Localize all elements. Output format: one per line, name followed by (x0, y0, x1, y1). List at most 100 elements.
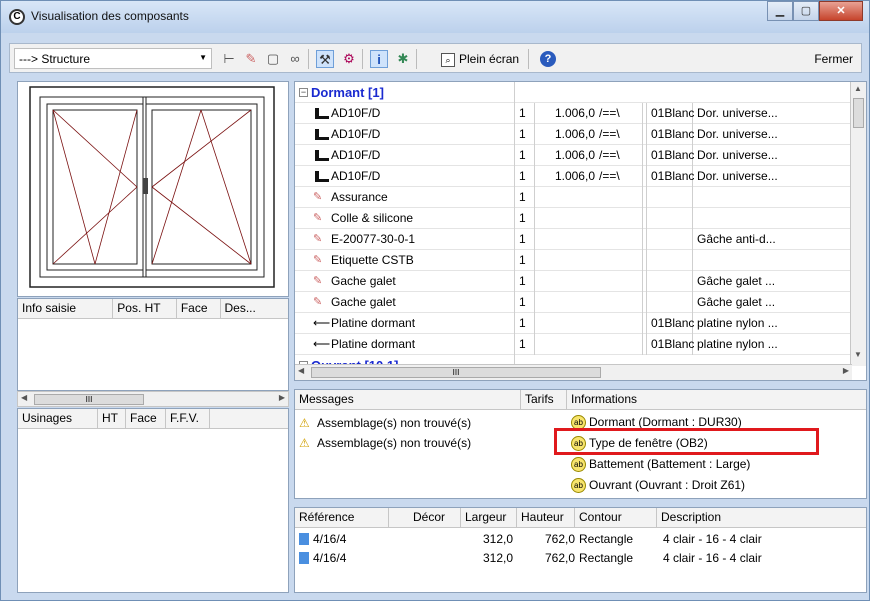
help-icon[interactable]: ? (540, 51, 556, 67)
table-row[interactable]: 4/16/4 312,0 762,0 Rectangle 4 clair - 16 - … (295, 530, 837, 549)
col-info-saisie[interactable]: Info saisie (18, 299, 114, 318)
scroll-thumb[interactable] (853, 98, 864, 128)
col-decor[interactable]: Décor (409, 508, 461, 527)
tree-horizontal-scrollbar[interactable]: ◀ III ▶ (295, 364, 852, 380)
tree-item-name: AD10F/D (331, 105, 381, 120)
tree-row[interactable]: AD10F/D 1 1.006,0/==\ 01Blanc Dor. universe.… (295, 165, 852, 187)
tree-item-length (535, 187, 597, 208)
tree-row[interactable]: ✎ Assurance 1 (295, 186, 852, 208)
tree-item-qty: 1 (515, 207, 535, 229)
left-horizontal-scrollbar[interactable]: ◀ III ▶ (17, 391, 289, 407)
tree-item-symbol: /==\ (597, 165, 643, 187)
col-description[interactable]: Description (657, 508, 835, 527)
tree-row[interactable]: ✎ Etiquette CSTB 1 (295, 249, 852, 271)
tree-item-symbol (597, 333, 643, 355)
tree-item-qty: 1 (515, 312, 535, 334)
col-face[interactable]: Face (177, 299, 221, 318)
usinages-header: Usinages HT Face F.F.V. (18, 409, 288, 429)
info-icon[interactable]: i (370, 50, 388, 68)
toolbar-separator (362, 49, 363, 69)
scroll-thumb[interactable]: III (34, 394, 144, 405)
frame-icon[interactable]: ▢ (264, 50, 282, 68)
tree-item-name: E-20077-30-0-1 (331, 231, 416, 246)
scroll-left-icon[interactable]: ◀ (21, 393, 27, 402)
message-item[interactable]: ⚠ Assemblage(s) non trouvé(s) (299, 433, 471, 453)
col-largeur[interactable]: Largeur (461, 508, 517, 527)
collapse-icon[interactable]: − (299, 87, 308, 97)
tree-row[interactable]: ✎ Gache galet 1 Gâche galet ... (295, 270, 852, 292)
references-panel: Référence Décor Largeur Hauteur Contour … (294, 507, 867, 593)
tree-row[interactable]: ⟵ Platine dormant 1 01Blanc platine nylon ..… (295, 312, 852, 334)
col-ffv[interactable]: F.F.V. (166, 409, 210, 428)
hauteur-value: 762,0 (544, 532, 575, 546)
col-des[interactable]: Des... (221, 299, 289, 318)
info-text: Ouvrant (Ouvrant : Droit Z61) (589, 478, 746, 492)
tree-row[interactable]: AD10F/D 1 1.006,0/==\ 01Blanc Dor. universe.… (295, 123, 852, 145)
options-icon[interactable]: ✱ (394, 50, 412, 68)
tree-group-row[interactable]: − Dormant [1] (295, 82, 852, 103)
tree-row[interactable]: AD10F/D 1 1.006,0/==\ 01Blanc Dor. universe.… (295, 102, 852, 124)
tree-row[interactable]: ✎ E-20077-30-0-1 1 Gâche anti-d... (295, 228, 852, 250)
toolbar-separator (528, 49, 529, 69)
tree-row[interactable]: ⟵ Platine dormant 1 01Blanc platine nylon ..… (295, 333, 852, 355)
tree-item-name: AD10F/D (331, 168, 381, 183)
tree-row[interactable]: ✎ Colle & silicone 1 (295, 207, 852, 229)
description-value: 4 clair - 16 - 4 clair (663, 551, 762, 565)
tree-item-name: Colle & silicone (331, 210, 414, 225)
link-icon[interactable]: ∞ (286, 50, 304, 68)
tree-row[interactable]: ✎ Gache galet 1 Gâche galet ... (295, 291, 852, 313)
tree-name-cell: ✎ Etiquette CSTB (295, 249, 515, 271)
col-usinages[interactable]: Usinages (18, 409, 98, 428)
tree-icon[interactable]: ⊢ (220, 50, 238, 68)
tools-icon[interactable]: ⚒ (316, 50, 334, 68)
tree-item-color: 01Blanc (647, 123, 694, 145)
scroll-right-icon[interactable]: ▶ (279, 393, 285, 402)
tree-vertical-scrollbar[interactable]: ▲ ▼ (850, 82, 866, 366)
col-ht[interactable]: HT (98, 409, 126, 428)
minimize-button[interactable]: ▁ (767, 1, 793, 21)
table-row[interactable]: 4/16/4 312,0 762,0 Rectangle 4 clair - 16 - … (295, 549, 837, 568)
col-messages[interactable]: Messages (295, 390, 521, 409)
scroll-up-icon[interactable]: ▲ (854, 84, 862, 93)
col-face[interactable]: Face (126, 409, 166, 428)
scroll-thumb[interactable]: III (311, 367, 601, 378)
tree-item-length (535, 292, 597, 313)
scroll-right-icon[interactable]: ▶ (843, 366, 849, 375)
col-tarifs[interactable]: Tarifs (521, 390, 567, 409)
col-contour[interactable]: Contour (575, 508, 657, 527)
col-reference[interactable]: Référence (295, 508, 389, 527)
col-informations[interactable]: Informations (567, 390, 866, 409)
hauteur-value: 762,0 (544, 551, 575, 565)
structure-dropdown[interactable]: ---> Structure ▼ (14, 48, 212, 69)
tree-name-cell: AD10F/D (295, 123, 515, 145)
tree-item-length (535, 208, 597, 229)
close-button[interactable]: ✕ (819, 1, 863, 21)
fermer-button[interactable]: Fermer (814, 50, 853, 68)
col-pos-ht[interactable]: Pos. HT (113, 299, 177, 318)
info-item[interactable]: ab Ouvrant (Ouvrant : Droit Z61) (571, 475, 745, 495)
tree-item-name: Gache galet (331, 273, 396, 288)
toolbar: ---> Structure ▼ ⊢ ✎ ▢ ∞ ⚒ ⚙ i ✱ ⌕ Plein … (9, 43, 862, 73)
scroll-left-icon[interactable]: ◀ (298, 366, 304, 375)
scroll-down-icon[interactable]: ▼ (854, 350, 862, 359)
tree-item-symbol: /==\ (597, 123, 643, 145)
drill-icon[interactable]: ⚙ (340, 50, 358, 68)
col-hauteur[interactable]: Hauteur (517, 508, 575, 527)
accessory-icon[interactable]: ✎ (242, 50, 260, 68)
tree-item-length (535, 229, 597, 250)
tree-item-symbol (597, 249, 643, 271)
plein-ecran-button[interactable]: ⌕ Plein écran (441, 50, 519, 68)
tree-name-cell: ✎ Colle & silicone (295, 207, 515, 229)
contour-value: Rectangle (579, 532, 634, 546)
message-item[interactable]: ⚠ Assemblage(s) non trouvé(s) (299, 413, 471, 433)
platine-icon: ⟵ (313, 337, 331, 351)
maximize-button[interactable]: ▢ (793, 1, 819, 21)
tree-row[interactable]: AD10F/D 1 1.006,0/==\ 01Blanc Dor. universe.… (295, 144, 852, 166)
message-text: Assemblage(s) non trouvé(s) (317, 436, 472, 450)
tree-group-label: Dormant [1] (311, 84, 384, 100)
tree-item-description (693, 208, 799, 229)
tree-item-name: Assurance (331, 189, 388, 204)
accessory-icon: ✎ (313, 191, 323, 203)
info-item[interactable]: ab Battement (Battement : Large) (571, 454, 750, 474)
tree-item-name: Etiquette CSTB (331, 252, 414, 267)
